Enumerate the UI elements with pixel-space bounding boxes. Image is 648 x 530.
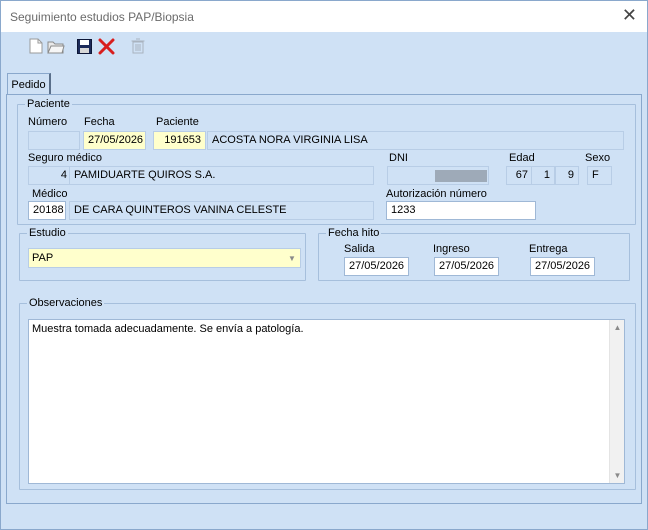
autorizacion-field[interactable]: 1233 <box>386 201 536 220</box>
salida-label: Salida <box>344 243 375 255</box>
paciente-label: Paciente <box>156 116 199 128</box>
observaciones-textarea[interactable]: Muestra tomada adecuadamente. Se envía a… <box>28 319 625 484</box>
scroll-down-icon[interactable]: ▼ <box>610 468 625 483</box>
medico-name-field: DE CARA QUINTEROS VANINA CELESTE <box>69 201 374 220</box>
open-folder-icon[interactable] <box>47 37 65 55</box>
dni-field <box>387 166 489 185</box>
seguro-code-field: 4 <box>28 166 72 185</box>
salida-field[interactable]: 27/05/2026 <box>344 257 409 276</box>
observaciones-group-title: Observaciones <box>27 297 105 310</box>
dni-label: DNI <box>389 152 408 164</box>
seguro-name-field: PAMIDUARTE QUIROS S.A. <box>69 166 374 185</box>
tab-pedido[interactable]: Pedido <box>7 73 51 95</box>
paciente-group: Paciente Número Fecha Paciente 27/05/202… <box>17 98 636 225</box>
edad-anios-field: 67 <box>506 166 533 185</box>
fecha-hito-group: Fecha hito Salida Ingreso Entrega 27/05/… <box>318 227 630 281</box>
observaciones-scrollbar[interactable]: ▲ ▼ <box>609 320 624 483</box>
chevron-down-icon[interactable]: ▼ <box>284 249 300 267</box>
fecha-label: Fecha <box>84 116 115 128</box>
paciente-id-field[interactable]: 191653 <box>153 131 206 150</box>
sexo-field: F <box>587 166 612 185</box>
title-bar: Seguimiento estudios PAP/Biopsia ✕ <box>1 1 647 32</box>
new-document-icon[interactable] <box>27 37 45 55</box>
tab-panel-pedido: Paciente Número Fecha Paciente 27/05/202… <box>6 94 642 504</box>
medico-code-field[interactable]: 20188 <box>28 201 66 220</box>
estudio-select[interactable]: PAP ▼ <box>28 248 301 268</box>
observaciones-group: Observaciones Muestra tomada adecuadamen… <box>19 297 636 490</box>
seguro-label: Seguro médico <box>28 152 102 164</box>
medico-label: Médico <box>32 188 68 200</box>
paciente-nombre-field: ACOSTA NORA VIRGINIA LISA <box>207 131 624 150</box>
fecha-hito-group-title: Fecha hito <box>326 227 382 240</box>
dialog-window: Seguimiento estudios PAP/Biopsia ✕ Pedid… <box>0 0 648 530</box>
edad-meses-field: 1 <box>531 166 555 185</box>
estudio-group: Estudio PAP ▼ <box>19 227 306 281</box>
autorizacion-label: Autorización número <box>386 188 487 200</box>
sexo-label: Sexo <box>585 152 611 164</box>
ingreso-label: Ingreso <box>433 243 470 255</box>
estudio-group-title: Estudio <box>27 227 68 240</box>
ingreso-field[interactable]: 27/05/2026 <box>434 257 499 276</box>
close-icon[interactable]: ✕ <box>622 6 637 24</box>
scroll-up-icon[interactable]: ▲ <box>610 320 625 335</box>
entrega-label: Entrega <box>529 243 568 255</box>
numero-field[interactable] <box>28 131 80 150</box>
estudio-selected-value: PAP <box>32 252 54 264</box>
dni-redaction <box>435 170 487 182</box>
paciente-group-title: Paciente <box>25 98 72 111</box>
window-title: Seguimiento estudios PAP/Biopsia <box>10 10 194 24</box>
entrega-field[interactable]: 27/05/2026 <box>530 257 595 276</box>
edad-dias-field: 9 <box>555 166 579 185</box>
save-disk-icon[interactable] <box>75 37 93 55</box>
numero-label: Número <box>28 116 68 128</box>
trash-icon[interactable] <box>129 37 147 55</box>
red-x-icon[interactable] <box>97 37 115 55</box>
fecha-field[interactable]: 27/05/2026 <box>83 131 146 150</box>
edad-label: Edad <box>509 152 535 164</box>
observaciones-text: Muestra tomada adecuadamente. Se envía a… <box>32 323 304 335</box>
toolbar <box>1 32 647 62</box>
